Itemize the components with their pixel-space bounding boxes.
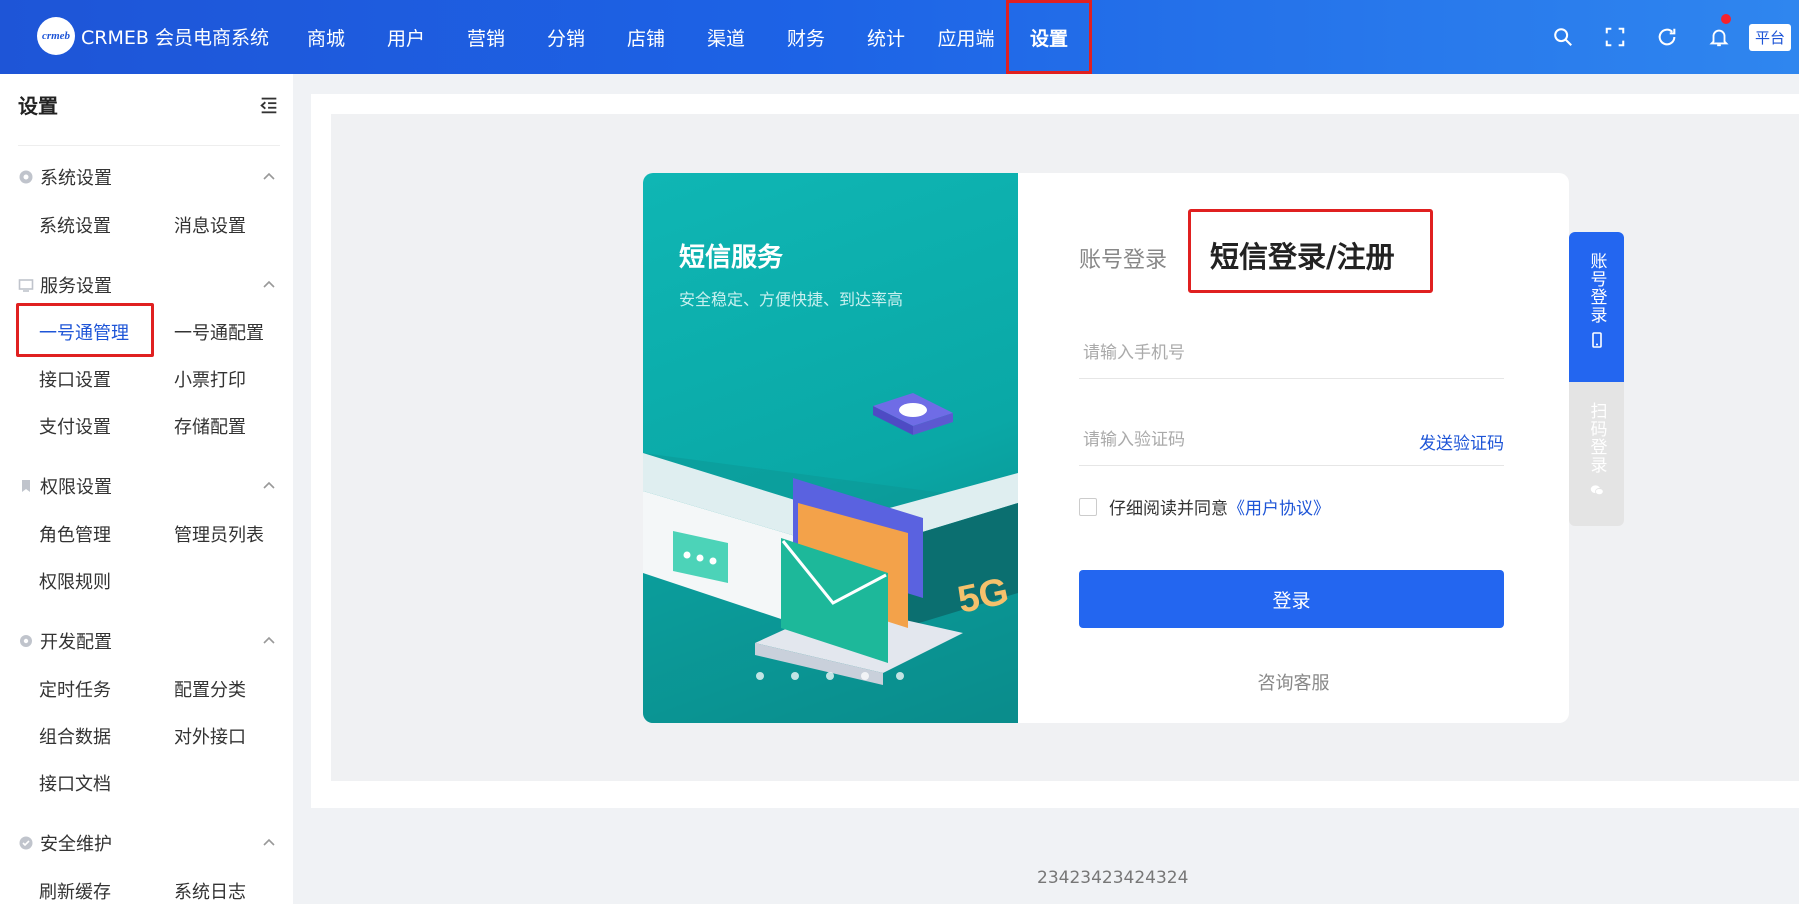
main-nav: 商城 用户 营销 分销 店铺 渠道 财务 统计 应用端 设置 bbox=[286, 0, 1092, 74]
menu-item-admin-list[interactable]: 管理员列表 bbox=[174, 521, 264, 547]
menu-item-onepass-config[interactable]: 一号通配置 bbox=[174, 319, 264, 345]
brand-logo: crmeb bbox=[37, 17, 75, 55]
nav-item-apps[interactable]: 应用端 bbox=[926, 0, 1006, 74]
menu-item-api-docs[interactable]: 接口文档 bbox=[39, 770, 111, 796]
user-agreement-link[interactable]: 《用户协议》 bbox=[1228, 494, 1330, 519]
menu-group-dev[interactable]: 开发配置 bbox=[18, 628, 276, 654]
menu-item-clear-cache[interactable]: 刷新缓存 bbox=[39, 878, 111, 904]
phone-input[interactable] bbox=[1079, 327, 1504, 378]
brand-name: CRMEB 会员电商系统 bbox=[81, 26, 269, 49]
monitor-icon bbox=[18, 279, 34, 292]
menu-group-service[interactable]: 服务设置 bbox=[18, 272, 276, 298]
top-navbar: crmeb CRMEB 会员电商系统 商城 用户 营销 分销 店铺 渠道 财务 … bbox=[0, 0, 1799, 74]
login-button[interactable]: 登录 bbox=[1079, 570, 1504, 628]
chevron-up-icon bbox=[263, 636, 275, 644]
illustration-subtitle: 安全稳定、方便快捷、到达率高 bbox=[679, 290, 904, 309]
menu-group-label: 安全维护 bbox=[40, 834, 112, 855]
menu-item-combined-data[interactable]: 组合数据 bbox=[39, 723, 111, 749]
notification-dot bbox=[1720, 14, 1731, 24]
carousel-dots bbox=[756, 672, 931, 680]
menu-item-api-settings[interactable]: 接口设置 bbox=[39, 366, 111, 392]
nav-item-distribution[interactable]: 分销 bbox=[526, 0, 606, 74]
menu-item-system-log[interactable]: 系统日志 bbox=[174, 878, 246, 904]
menu-group-security[interactable]: 安全维护 bbox=[18, 830, 276, 856]
menu-group-label: 系统设置 bbox=[40, 168, 112, 189]
code-field: 发送验证码 bbox=[1079, 414, 1504, 466]
phone-icon bbox=[1591, 332, 1602, 348]
agree-checkbox[interactable] bbox=[1079, 497, 1097, 516]
menu-item-system-settings[interactable]: 系统设置 bbox=[39, 212, 111, 238]
menu-item-message-settings[interactable]: 消息设置 bbox=[174, 212, 246, 238]
header-tools: 平台 bbox=[1537, 0, 1799, 74]
sidebar: 设置 系统设置 系统设置 消息设置 服务设置 一号通管理 一号通配置 接口设置 … bbox=[0, 74, 293, 904]
chevron-up-icon bbox=[263, 172, 275, 180]
login-form: 账号登录 短信登录/注册 发送验证码 仔细阅读并同意 《用户协议》 登录 咨询客… bbox=[1018, 173, 1569, 723]
menu-item-role-manage[interactable]: 角色管理 bbox=[39, 521, 111, 547]
bookmark-icon bbox=[22, 480, 30, 492]
tab-account-login[interactable]: 账号登录 bbox=[1079, 242, 1167, 274]
menu-item-payment-settings[interactable]: 支付设置 bbox=[39, 413, 111, 439]
nav-item-users[interactable]: 用户 bbox=[366, 0, 446, 74]
nav-item-statistics[interactable]: 统计 bbox=[846, 0, 926, 74]
chevron-up-icon bbox=[263, 280, 275, 288]
sidebar-header: 设置 bbox=[18, 82, 280, 146]
bell-icon[interactable] bbox=[1693, 0, 1745, 74]
menu-group-label: 权限设置 bbox=[40, 477, 112, 498]
nav-item-stores[interactable]: 店铺 bbox=[606, 0, 686, 74]
carousel-dot[interactable] bbox=[791, 672, 799, 680]
menu-item-permission-rules[interactable]: 权限规则 bbox=[39, 568, 111, 594]
carousel-dot[interactable] bbox=[896, 672, 904, 680]
side-tab-label: 账号登录 bbox=[1586, 252, 1607, 324]
carousel-dot[interactable] bbox=[826, 672, 834, 680]
search-icon[interactable] bbox=[1537, 0, 1589, 74]
sms-illustration: 5G 短信服务 安全稳定、方便快捷、到达率高 bbox=[643, 173, 1018, 723]
menu-group-label: 开发配置 bbox=[40, 632, 112, 653]
nav-item-mall[interactable]: 商城 bbox=[286, 0, 366, 74]
wechat-icon bbox=[1590, 485, 1604, 496]
chevron-up-icon bbox=[263, 838, 275, 846]
side-tab-account-login[interactable]: 账号登录 bbox=[1569, 232, 1624, 382]
cog-icon bbox=[20, 635, 32, 647]
nav-item-settings[interactable]: 设置 bbox=[1006, 0, 1092, 74]
consult-service-link[interactable]: 咨询客服 bbox=[1018, 669, 1569, 695]
menu-item-receipt-print[interactable]: 小票打印 bbox=[174, 366, 246, 392]
gear-icon bbox=[19, 170, 33, 184]
login-card: 5G 短信服务 安全稳定、方便快捷、到达率高 账号登录 短信登录/注册 请输入手… bbox=[643, 173, 1569, 723]
sidebar-title: 设置 bbox=[18, 94, 58, 118]
menu-group-system[interactable]: 系统设置 bbox=[18, 164, 276, 190]
carousel-dot[interactable] bbox=[861, 672, 869, 680]
menu-item-cron-tasks[interactable]: 定时任务 bbox=[39, 676, 111, 702]
carousel-dot[interactable] bbox=[756, 672, 764, 680]
menu-item-config-category[interactable]: 配置分类 bbox=[174, 676, 246, 702]
tab-sms-login[interactable]: 短信登录/注册 bbox=[1210, 234, 1395, 276]
chevron-up-icon bbox=[263, 481, 275, 489]
nav-item-marketing[interactable]: 营销 bbox=[446, 0, 526, 74]
agreement-row: 仔细阅读并同意 《用户协议》 bbox=[1079, 494, 1330, 519]
menu-group-permissions[interactable]: 权限设置 bbox=[18, 473, 276, 499]
highlight-box: 短信登录/注册 bbox=[1188, 209, 1433, 293]
nav-item-channels[interactable]: 渠道 bbox=[686, 0, 766, 74]
menu-item-onepass-manage[interactable]: 一号通管理 bbox=[39, 319, 129, 345]
brand[interactable]: crmeb CRMEB 会员电商系统 bbox=[37, 17, 269, 55]
side-tab-scan-login[interactable]: 扫码登录 bbox=[1569, 382, 1624, 526]
refresh-icon[interactable] bbox=[1641, 0, 1693, 74]
login-mode-tabs: 账号登录 扫码登录 bbox=[1569, 232, 1624, 526]
menu-collapse-icon[interactable] bbox=[258, 94, 280, 116]
footer-text: 23423423424324 bbox=[1037, 868, 1189, 888]
menu-item-external-api[interactable]: 对外接口 bbox=[174, 723, 246, 749]
platform-badge[interactable]: 平台 bbox=[1748, 23, 1791, 51]
menu-group-label: 服务设置 bbox=[40, 276, 112, 297]
send-code-button[interactable]: 发送验证码 bbox=[1419, 429, 1504, 454]
illustration-title: 短信服务 bbox=[679, 243, 784, 273]
check-circle-icon bbox=[19, 836, 33, 850]
nav-item-finance[interactable]: 财务 bbox=[766, 0, 846, 74]
phone-field bbox=[1079, 327, 1504, 379]
menu-item-storage-config[interactable]: 存储配置 bbox=[174, 413, 246, 439]
agree-text: 仔细阅读并同意 bbox=[1109, 499, 1228, 519]
fullscreen-icon[interactable] bbox=[1589, 0, 1641, 74]
side-tab-label: 扫码登录 bbox=[1586, 402, 1607, 474]
